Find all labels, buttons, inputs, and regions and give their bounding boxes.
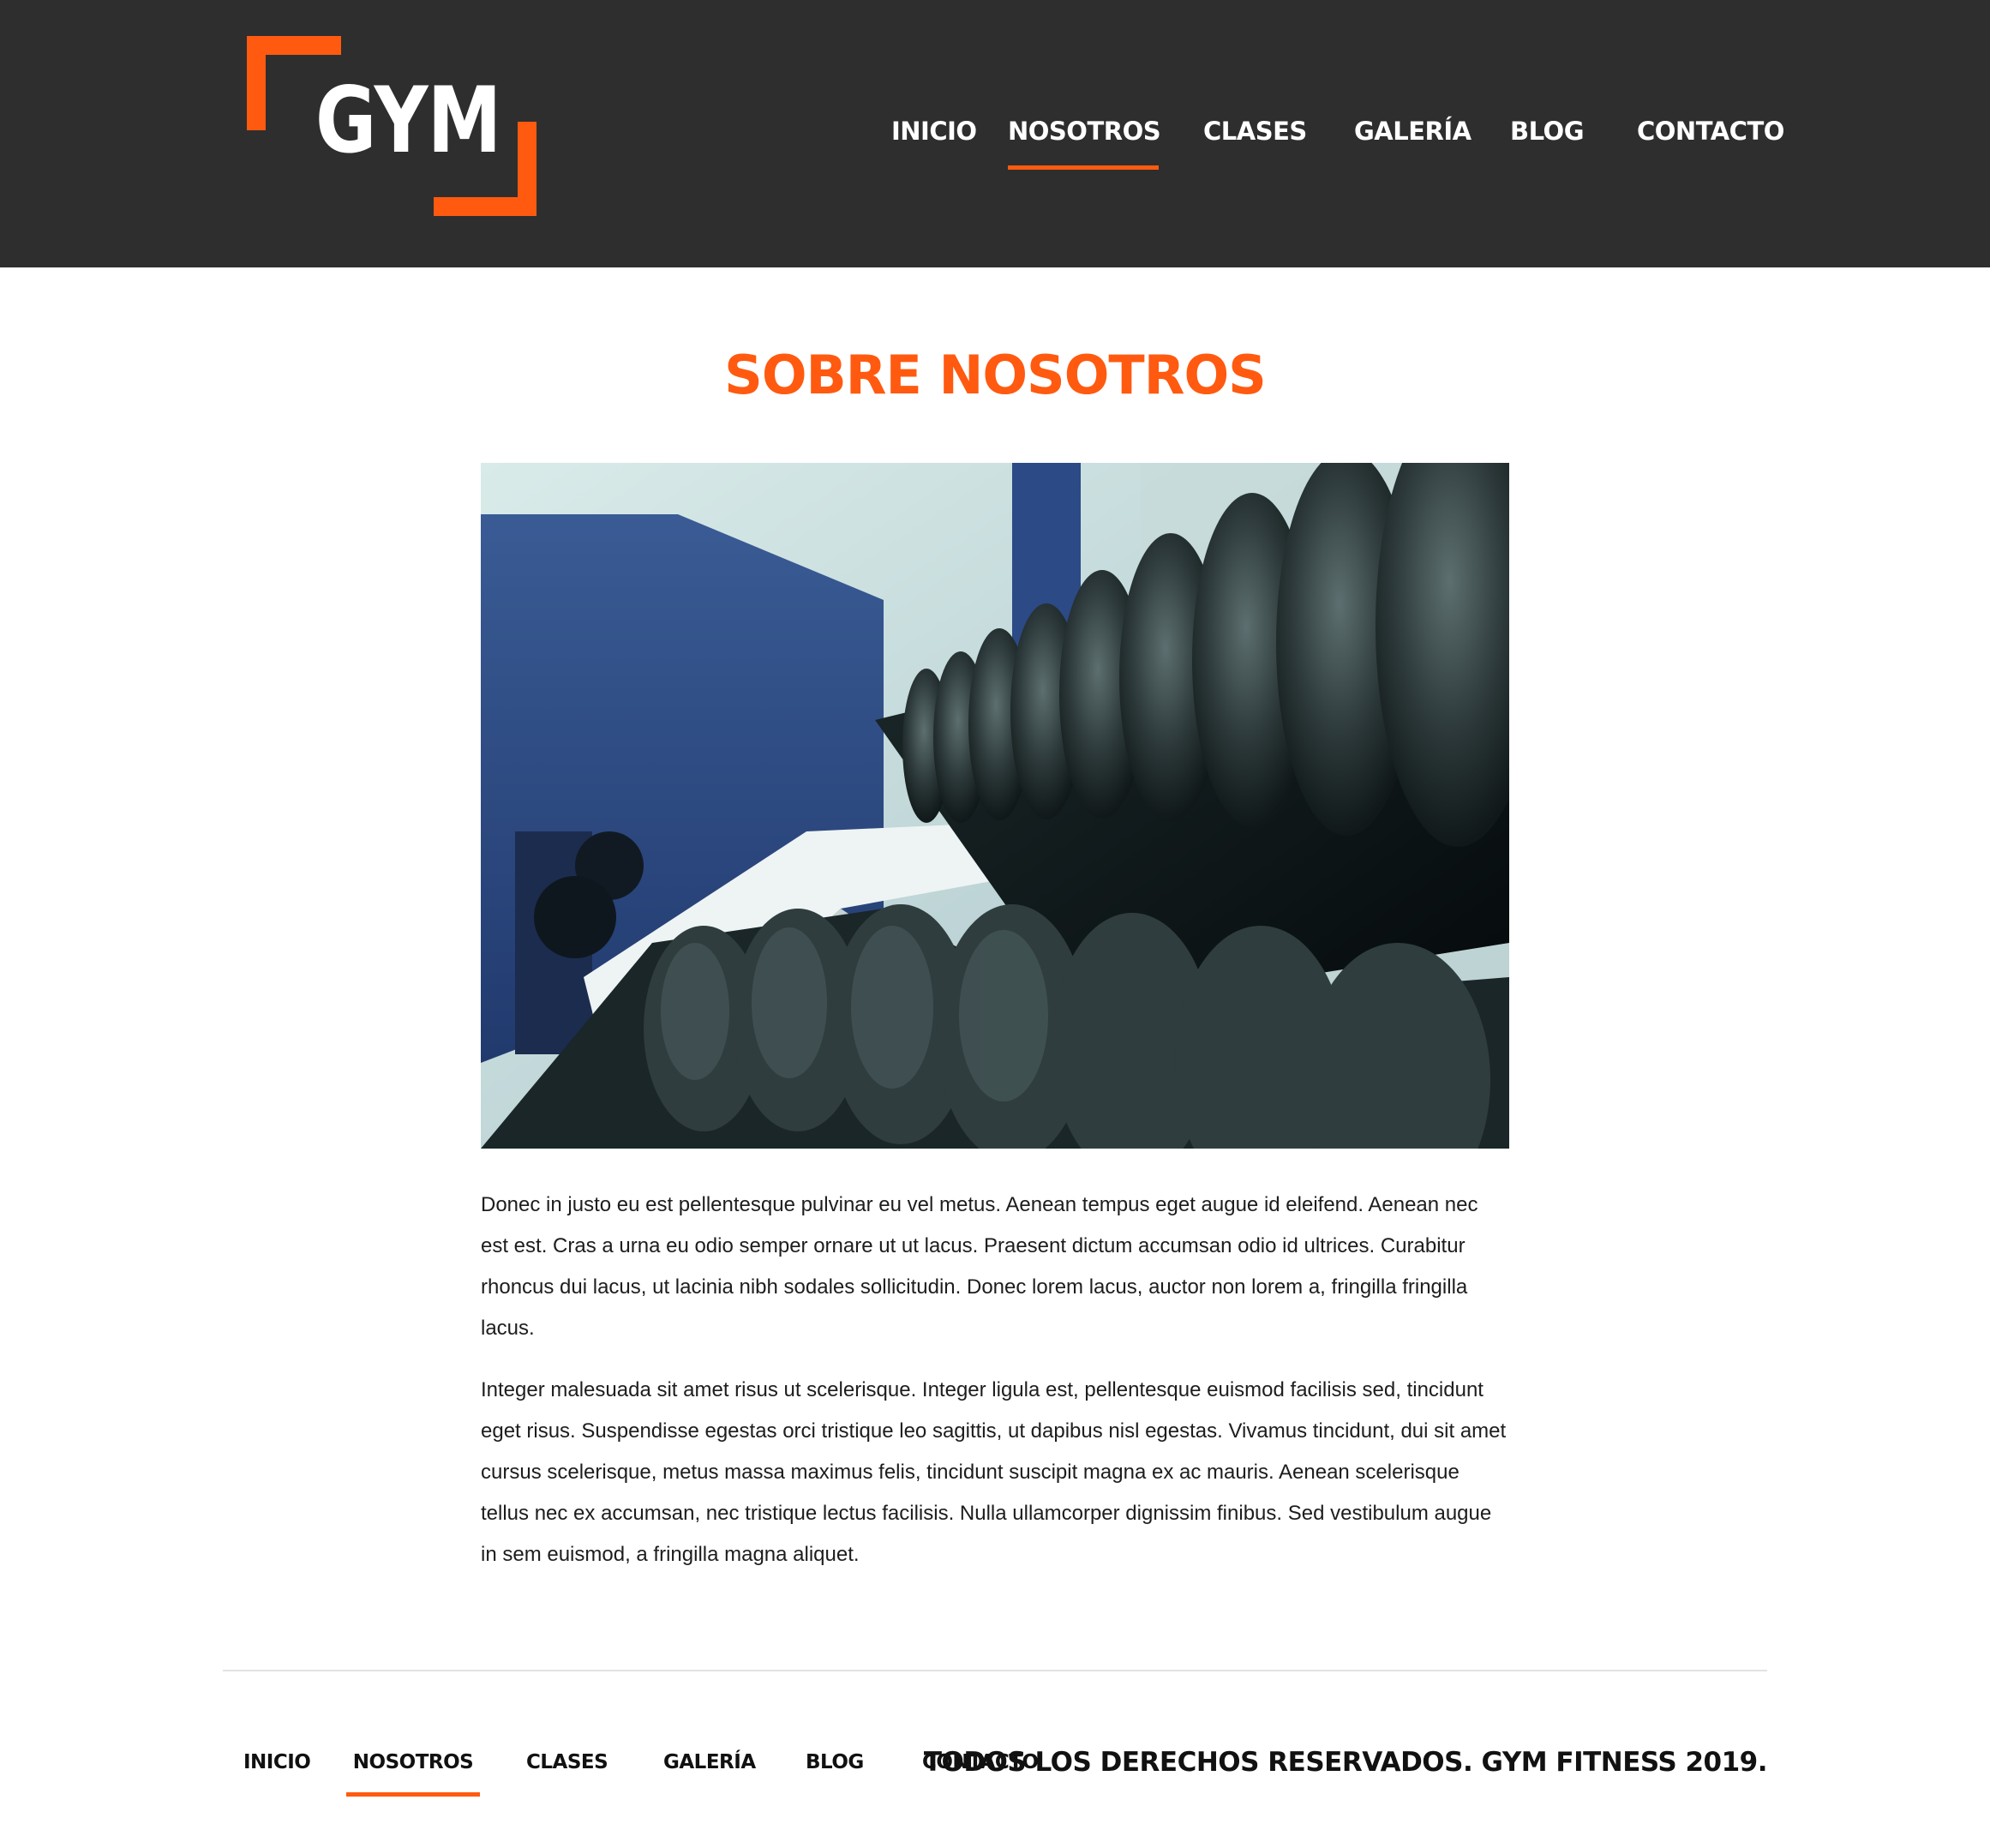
nav-galeria[interactable]: GALERÍA: [1354, 106, 1472, 170]
paragraph: Integer malesuada sit amet risus ut scel…: [481, 1378, 1507, 1566]
gym-photo: [481, 463, 1509, 1149]
nav-clases[interactable]: CLASES: [1203, 106, 1307, 170]
footer-nav-galeria[interactable]: GALERÍA: [663, 1740, 756, 1797]
main-navigation: INICIO NOSOTROS CLASES GALERÍA BLOG CONT…: [0, 106, 1990, 175]
about-text: Donec in justo eu est pellentesque pulvi…: [481, 1185, 1509, 1596]
footer-nav-nosotros[interactable]: NOSOTROS: [346, 1740, 480, 1797]
paragraph: Donec in justo eu est pellentesque pulvi…: [481, 1193, 1478, 1340]
site-header: GYM INICIO NOSOTROS CLASES GALERÍA BLOG …: [0, 0, 1990, 267]
footer-nav-inicio[interactable]: INICIO: [243, 1740, 311, 1797]
footer-nav-clases[interactable]: CLASES: [526, 1740, 608, 1797]
footer-divider: [223, 1670, 1767, 1671]
nav-blog[interactable]: BLOG: [1510, 106, 1585, 170]
nav-nosotros[interactable]: NOSOTROS: [1008, 106, 1161, 170]
nav-contacto[interactable]: CONTACTO: [1637, 106, 1784, 170]
copyright-text: TODOS LOS DERECHOS RESERVADOS. GYM FITNE…: [923, 1747, 1768, 1778]
page-title: SOBRE NOSOTROS: [724, 344, 1267, 406]
footer-nav-blog[interactable]: BLOG: [806, 1740, 864, 1797]
nav-inicio[interactable]: INICIO: [891, 106, 977, 170]
